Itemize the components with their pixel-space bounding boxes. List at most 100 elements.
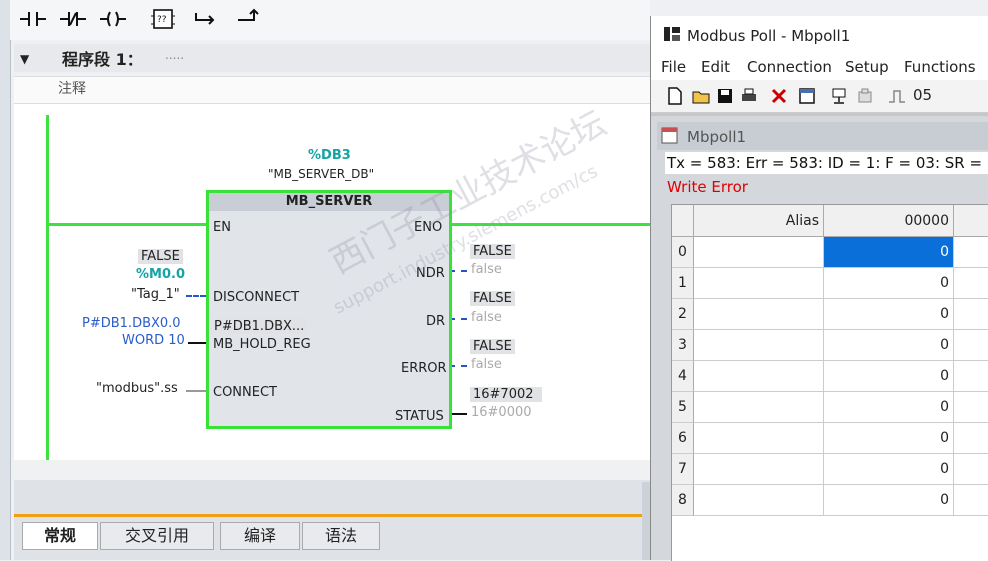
row-index[interactable]: 7 bbox=[672, 454, 694, 485]
pin-disconnect: DISCONNECT bbox=[213, 290, 300, 305]
menu-edit[interactable]: Edit bbox=[701, 58, 730, 76]
connect-icon[interactable] bbox=[829, 86, 849, 106]
empty-cell bbox=[954, 237, 988, 268]
row-index[interactable]: 0 bbox=[672, 237, 694, 268]
row-index[interactable]: 4 bbox=[672, 361, 694, 392]
tab-cross-reference[interactable]: 交叉引用 bbox=[100, 522, 214, 550]
network-title: 程序段 1： bbox=[62, 50, 143, 69]
hold-reg-inner-value: P#DB1.DBX... bbox=[211, 319, 308, 334]
menu-setup[interactable]: Setup bbox=[845, 58, 889, 76]
row-index[interactable]: 3 bbox=[672, 330, 694, 361]
empty-cell bbox=[954, 454, 988, 485]
network-comment-row[interactable] bbox=[14, 76, 650, 104]
empty-cell bbox=[954, 361, 988, 392]
register-value-cell[interactable]: 0 bbox=[824, 361, 954, 392]
alias-cell[interactable] bbox=[694, 330, 824, 361]
disconnect-address[interactable]: %M0.0 bbox=[136, 267, 185, 282]
coil-icon[interactable] bbox=[98, 4, 128, 34]
modbus-toolbar: 05 bbox=[651, 80, 988, 113]
register-value-cell[interactable]: 0 bbox=[824, 330, 954, 361]
row-index[interactable]: 1 bbox=[672, 268, 694, 299]
row-index[interactable]: 2 bbox=[672, 299, 694, 330]
function-05-button[interactable]: 05 bbox=[913, 86, 932, 104]
pin-connect: CONNECT bbox=[213, 385, 277, 400]
row-index[interactable]: 5 bbox=[672, 392, 694, 423]
empty-cell bbox=[954, 392, 988, 423]
alias-cell[interactable] bbox=[694, 454, 824, 485]
menu-file[interactable]: File bbox=[661, 58, 686, 76]
open-branch-icon[interactable] bbox=[190, 4, 220, 34]
tab-compile[interactable]: 编译 bbox=[220, 522, 300, 550]
alias-cell[interactable] bbox=[694, 299, 824, 330]
tab-general[interactable]: 常规 bbox=[22, 522, 98, 550]
instance-db-name[interactable]: "MB_SERVER_DB" bbox=[268, 167, 374, 181]
new-file-icon[interactable] bbox=[665, 86, 685, 106]
alias-cell[interactable] bbox=[694, 237, 824, 268]
menu-connection[interactable]: Connection bbox=[747, 58, 832, 76]
delete-icon[interactable] bbox=[769, 86, 789, 106]
empty-cell bbox=[954, 423, 988, 454]
hold-reg-length[interactable]: WORD 10 bbox=[122, 333, 185, 348]
pin-dr: DR bbox=[426, 314, 446, 329]
power-rail bbox=[46, 115, 49, 460]
register-value-cell[interactable]: 0 bbox=[824, 485, 954, 516]
disconnect-icon[interactable] bbox=[855, 86, 875, 106]
hold-reg-pointer[interactable]: P#DB1.DBX0.0 bbox=[82, 316, 181, 331]
tab-syntax[interactable]: 语法 bbox=[302, 522, 380, 550]
close-branch-icon[interactable] bbox=[232, 4, 262, 34]
app-icon bbox=[663, 25, 681, 43]
window-title: Modbus Poll - Mbpoll1 bbox=[687, 27, 851, 45]
en-wire bbox=[49, 223, 209, 226]
poll-status-text: Tx = 583: Err = 583: ID = 1: F = 03: SR … bbox=[667, 154, 983, 172]
alias-column-header[interactable]: Alias bbox=[694, 205, 824, 237]
address-column-header[interactable]: 00000 bbox=[824, 205, 954, 237]
window-icon[interactable] bbox=[797, 86, 817, 106]
network-title-placeholder[interactable]: ..... bbox=[165, 48, 184, 62]
alias-cell[interactable] bbox=[694, 268, 824, 299]
ladder-toolbar: ?? bbox=[10, 0, 650, 40]
alias-cell[interactable] bbox=[694, 423, 824, 454]
row-index[interactable]: 6 bbox=[672, 423, 694, 454]
alias-cell[interactable] bbox=[694, 361, 824, 392]
register-value-cell[interactable]: 0 bbox=[824, 268, 954, 299]
editor-footer bbox=[14, 460, 650, 480]
pin-error: ERROR bbox=[401, 361, 447, 376]
menu-functions[interactable]: Functions bbox=[904, 58, 976, 76]
inspector-accent-line bbox=[14, 514, 650, 517]
register-value-cell[interactable]: 0 bbox=[824, 423, 954, 454]
contact-no-icon[interactable] bbox=[18, 4, 48, 34]
dr-state: false bbox=[471, 310, 502, 325]
register-value-cell[interactable]: 0 bbox=[824, 299, 954, 330]
pin-mb-hold-reg: MB_HOLD_REG bbox=[213, 337, 311, 352]
svg-text:??: ?? bbox=[157, 15, 167, 25]
row-index[interactable]: 8 bbox=[672, 485, 694, 516]
network-comment[interactable]: 注释 bbox=[58, 78, 86, 98]
status-state: 16#0000 bbox=[471, 405, 532, 420]
empty-cell bbox=[954, 268, 988, 299]
connect-tag[interactable]: "modbus".ss bbox=[96, 381, 178, 396]
document-title: Mbpoll1 bbox=[687, 128, 747, 146]
register-value-cell[interactable]: 0 bbox=[824, 392, 954, 423]
error-state: false bbox=[471, 357, 502, 372]
alias-cell[interactable] bbox=[694, 392, 824, 423]
register-value-cell[interactable]: 0 bbox=[824, 454, 954, 485]
empty-cell bbox=[954, 330, 988, 361]
error-monitor-value: FALSE bbox=[470, 339, 515, 354]
alias-cell[interactable] bbox=[694, 485, 824, 516]
mbpoll-document-window: Mbpoll1 Tx = 583: Err = 583: ID = 1: F =… bbox=[651, 116, 988, 561]
instance-db-address: %DB3 bbox=[308, 148, 351, 163]
print-icon[interactable] bbox=[739, 86, 759, 106]
connect-wire bbox=[186, 390, 206, 392]
empty-box-icon[interactable]: ?? bbox=[148, 4, 178, 34]
open-folder-icon[interactable] bbox=[691, 86, 711, 106]
hold-reg-wire bbox=[188, 342, 206, 344]
collapse-triangle-icon[interactable]: ▼ bbox=[20, 52, 29, 66]
contact-nc-icon[interactable] bbox=[58, 4, 88, 34]
pulse-icon[interactable] bbox=[887, 86, 907, 106]
modbus-poll-window: Modbus Poll - Mbpoll1 File Edit Connecti… bbox=[650, 16, 988, 561]
disconnect-tag[interactable]: "Tag_1" bbox=[131, 287, 180, 302]
register-value-cell[interactable]: 0 bbox=[824, 237, 954, 268]
save-icon[interactable] bbox=[715, 86, 735, 106]
pin-status: STATUS bbox=[395, 409, 444, 424]
document-icon bbox=[661, 127, 678, 144]
